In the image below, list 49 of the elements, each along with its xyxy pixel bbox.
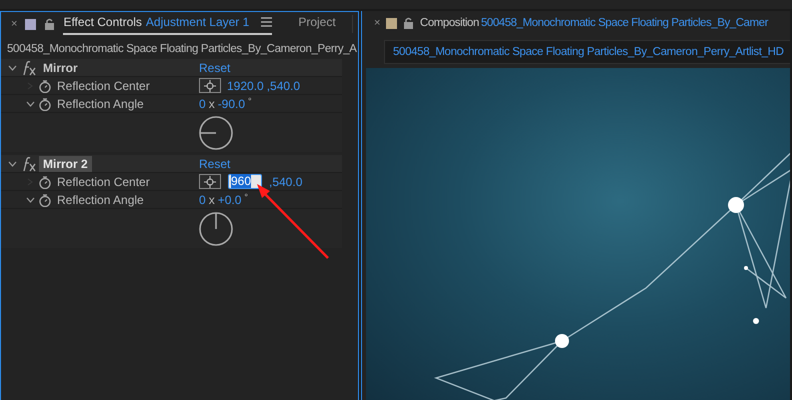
tab-title: Effect Controls [63,15,142,29]
angle-dial[interactable] [198,114,234,150]
lock-icon[interactable] [44,18,56,30]
y-value[interactable]: ,540.0 [269,174,302,188]
crosshair-icon [204,176,216,188]
close-tab-button[interactable]: × [374,17,380,29]
value-input[interactable]: 960 [228,174,262,189]
degree-unit: ° [248,96,252,106]
twisty-icon[interactable] [7,160,17,168]
stopwatch-icon[interactable] [38,192,52,206]
degree-unit: ° [244,192,248,202]
twisty-icon[interactable] [7,64,17,72]
property-label: Reflection Angle [57,192,144,206]
stopwatch-icon[interactable] [38,96,52,110]
property-label: Reflection Angle [57,96,144,110]
x-value[interactable]: 1920.0 [227,78,264,92]
crosshair-button[interactable] [199,174,221,189]
close-tab-button[interactable]: × [11,18,18,30]
degrees-value[interactable]: -90.0 [218,96,246,110]
crosshair-button[interactable] [199,78,221,93]
twisty-icon[interactable] [25,100,35,108]
layer-name: Adjustment Layer 1 [146,15,250,29]
label-color-swatch [386,18,397,28]
reset-link[interactable]: Reset [199,60,342,74]
crosshair-icon [204,80,216,92]
label-color-swatch [25,18,36,30]
y-value[interactable]: ,540.0 [266,78,300,92]
angle-dial[interactable] [198,210,234,246]
times-label: x [208,96,215,110]
revolutions-value[interactable]: 0 [199,96,206,110]
property-label: Reflection Center [57,78,150,92]
times-label: x [208,192,215,206]
lock-icon[interactable] [402,17,414,29]
composition-dropdown[interactable]: 500458_Monochromatic Space Floating Particles_By_Cameron_Perry_Artlist_HD [384,40,790,64]
stopwatch-icon[interactable] [38,78,52,92]
effect-controls-tab[interactable]: Effect Controls Adjustment Layer 1 [63,13,272,35]
property-label: Reflection Center [57,174,150,188]
composition-name: 500458_Monochromatic Space Floating Particles_By_Camer [480,17,768,29]
revolutions-value[interactable]: 0 [199,192,206,206]
twisty-icon[interactable] [25,196,35,204]
degrees-value[interactable]: +0.0 [218,192,242,206]
layer-path: 500458_Monochromatic Space Floating Particles_By_Cameron_Perry_A [6,42,358,57]
project-tab[interactable]: Project [298,13,336,35]
tab-title[interactable]: Composition [420,17,479,29]
effect-name[interactable]: Mirror [39,60,82,76]
reset-link[interactable]: Reset [199,156,342,170]
effect-name[interactable]: Mirror 2 [39,156,92,172]
menu-icon[interactable] [261,16,272,28]
stopwatch-icon[interactable] [38,174,52,188]
